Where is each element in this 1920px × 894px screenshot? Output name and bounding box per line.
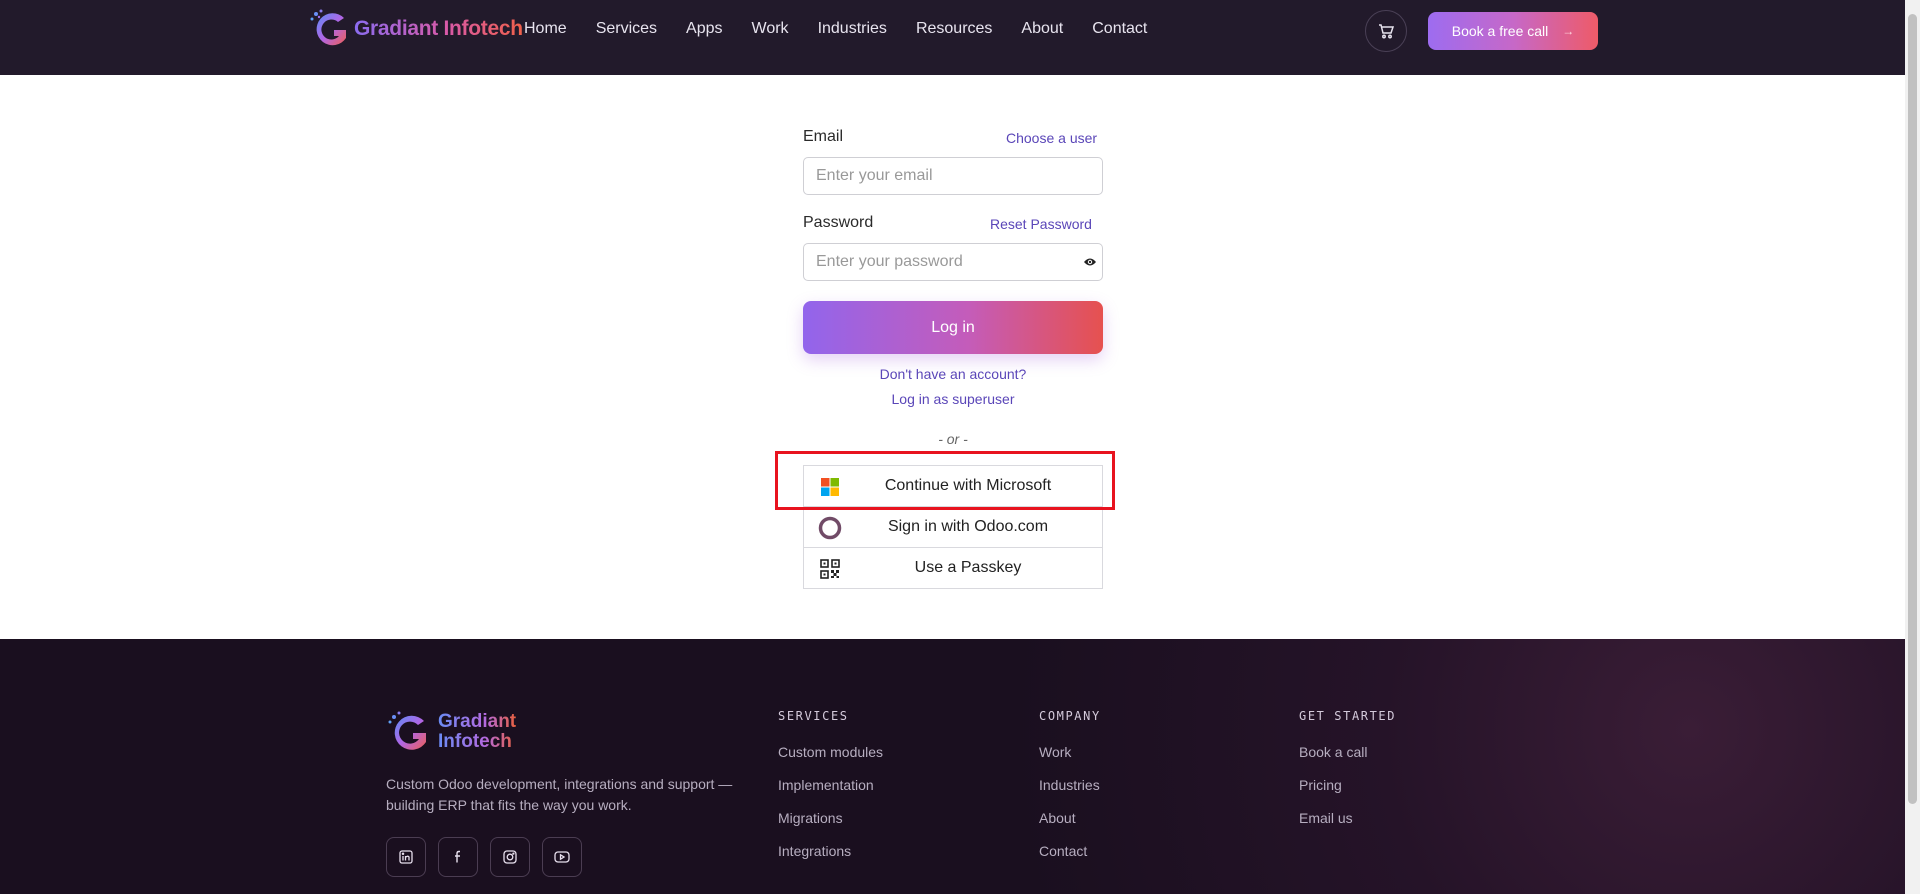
linkedin-button[interactable] xyxy=(386,837,426,877)
or-divider: - or - xyxy=(938,431,968,447)
footer-brand-line1: Gradiant xyxy=(438,711,517,732)
cart-icon xyxy=(1379,24,1394,39)
odoo-login-label: Sign in with Odoo.com xyxy=(887,518,1049,535)
brand-logo[interactable]: Gradiant Infotech xyxy=(308,8,523,50)
instagram-button[interactable] xyxy=(490,837,530,877)
eye-icon xyxy=(1083,258,1096,266)
email-placeholder: Enter your email xyxy=(816,167,933,184)
scrollbar-thumb[interactable] xyxy=(1908,14,1917,804)
footer-link-custom-modules[interactable]: Custom modules xyxy=(778,744,883,760)
cart-button[interactable] xyxy=(1365,10,1407,52)
nav-apps[interactable]: Apps xyxy=(686,20,722,38)
page-scrollbar[interactable] xyxy=(1905,0,1920,894)
footer-link-work[interactable]: Work xyxy=(1039,744,1071,760)
footer-link-email-us[interactable]: Email us xyxy=(1299,810,1353,826)
book-free-call-button[interactable]: Book a free call → xyxy=(1428,12,1598,50)
facebook-icon xyxy=(455,850,460,863)
nav-contact[interactable]: Contact xyxy=(1092,20,1147,38)
nav-home[interactable]: Home xyxy=(524,20,567,38)
email-input[interactable]: Enter your email xyxy=(803,157,1103,195)
odoo-login-button[interactable]: Sign in with Odoo.com xyxy=(803,506,1103,548)
site-header: Gradiant Infotech Home Services Apps Wor… xyxy=(0,0,1905,75)
qr-code-icon xyxy=(820,559,840,579)
book-free-call-label: Book a free call xyxy=(1451,23,1549,39)
instagram-icon xyxy=(503,850,517,864)
footer-get-started-heading: GET STARTED xyxy=(1299,709,1397,723)
footer-brand-line2: Infotech xyxy=(438,731,512,752)
odoo-icon xyxy=(818,516,842,540)
footer-company-heading: COMPANY xyxy=(1039,709,1101,723)
email-label: Email xyxy=(803,128,844,145)
youtube-icon xyxy=(554,851,570,863)
footer-link-migrations[interactable]: Migrations xyxy=(778,810,843,826)
passkey-login-label: Use a Passkey xyxy=(914,559,1022,576)
password-label: Password xyxy=(803,214,874,231)
arrow-right-icon: → xyxy=(1562,24,1575,38)
signup-link[interactable]: Don't have an account? xyxy=(803,366,1103,382)
footer-link-implementation[interactable]: Implementation xyxy=(778,777,874,793)
superuser-login-link[interactable]: Log in as superuser xyxy=(803,391,1103,407)
nav-resources[interactable]: Resources xyxy=(916,20,992,38)
footer-services-heading: SERVICES xyxy=(778,709,849,723)
footer-link-contact[interactable]: Contact xyxy=(1039,843,1087,859)
choose-user-link[interactable]: Choose a user xyxy=(1006,130,1097,146)
nav-about[interactable]: About xyxy=(1021,20,1063,38)
footer-logo-mark-icon xyxy=(388,711,426,750)
site-footer: Gradiant Infotech Custom Odoo developmen… xyxy=(0,639,1905,894)
footer-link-about[interactable]: About xyxy=(1039,810,1076,826)
footer-description: Custom Odoo development, integrations an… xyxy=(386,776,733,813)
reset-password-link[interactable]: Reset Password xyxy=(990,216,1092,232)
nav-services[interactable]: Services xyxy=(596,20,657,38)
logo-mark-icon xyxy=(308,8,356,50)
main-nav: Home Services Apps Work Industries Resou… xyxy=(524,20,1176,38)
highlight-box xyxy=(775,451,1115,510)
brand-name: Gradiant Infotech xyxy=(354,17,523,40)
linkedin-icon xyxy=(399,850,413,864)
password-input[interactable]: Enter your password xyxy=(803,243,1078,281)
password-placeholder: Enter your password xyxy=(816,253,963,270)
login-button[interactable]: Log in xyxy=(803,301,1103,354)
youtube-button[interactable] xyxy=(542,837,582,877)
footer-link-integrations[interactable]: Integrations xyxy=(778,843,851,859)
footer-link-industries[interactable]: Industries xyxy=(1039,777,1100,793)
footer-link-book-call[interactable]: Book a call xyxy=(1299,744,1367,760)
nav-industries[interactable]: Industries xyxy=(818,20,887,38)
footer-brand-name: Gradiant Infotech xyxy=(438,712,516,752)
footer-link-pricing[interactable]: Pricing xyxy=(1299,777,1342,793)
nav-work[interactable]: Work xyxy=(752,20,789,38)
facebook-button[interactable] xyxy=(438,837,478,877)
show-password-button[interactable] xyxy=(1077,243,1103,281)
passkey-login-button[interactable]: Use a Passkey xyxy=(803,547,1103,589)
footer-brand-logo[interactable]: Gradiant Infotech xyxy=(386,709,516,755)
